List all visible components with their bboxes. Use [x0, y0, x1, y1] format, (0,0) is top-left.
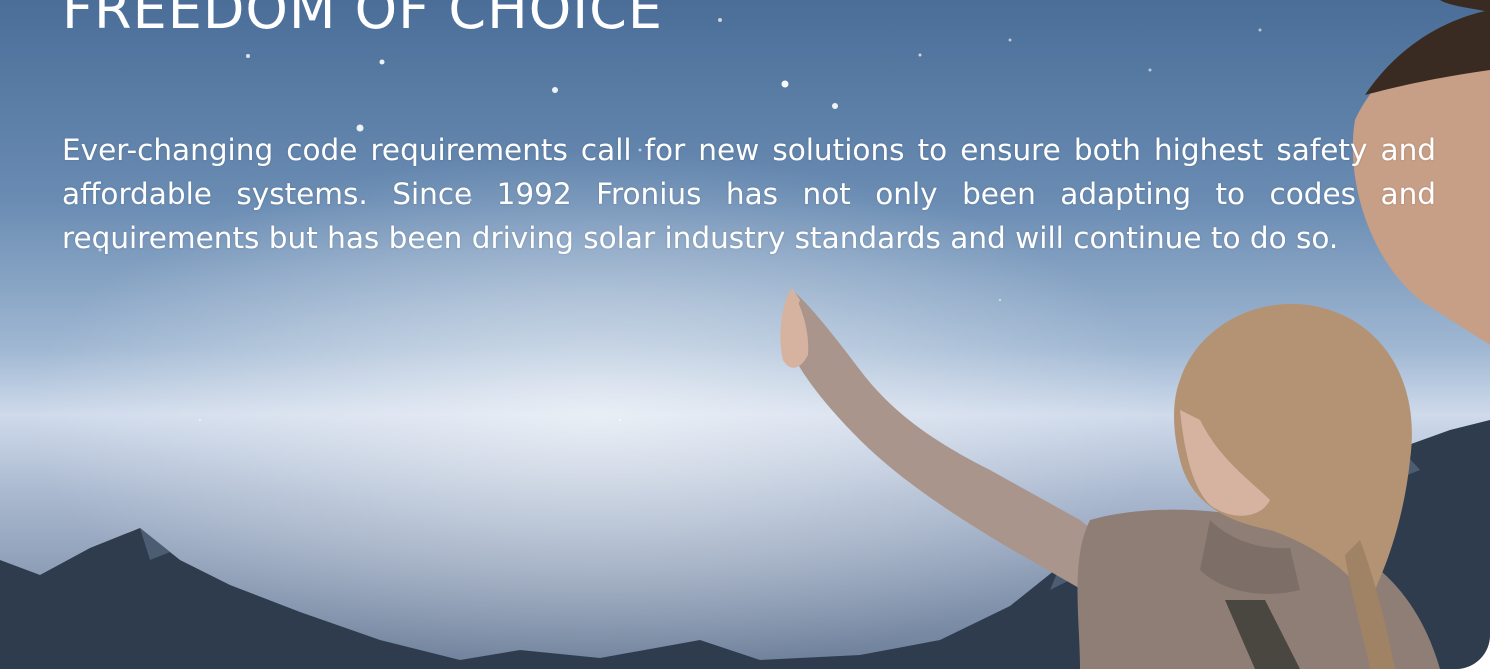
intro-paragraph: Ever-changing code requirements call for… [62, 133, 1436, 255]
hero-banner: FREEDOM OF CHOICE Ever-changing code req… [0, 0, 1490, 669]
page-title: FREEDOM OF CHOICE [62, 0, 663, 41]
background-illustration [0, 0, 1490, 669]
girl-figure [780, 288, 1440, 669]
